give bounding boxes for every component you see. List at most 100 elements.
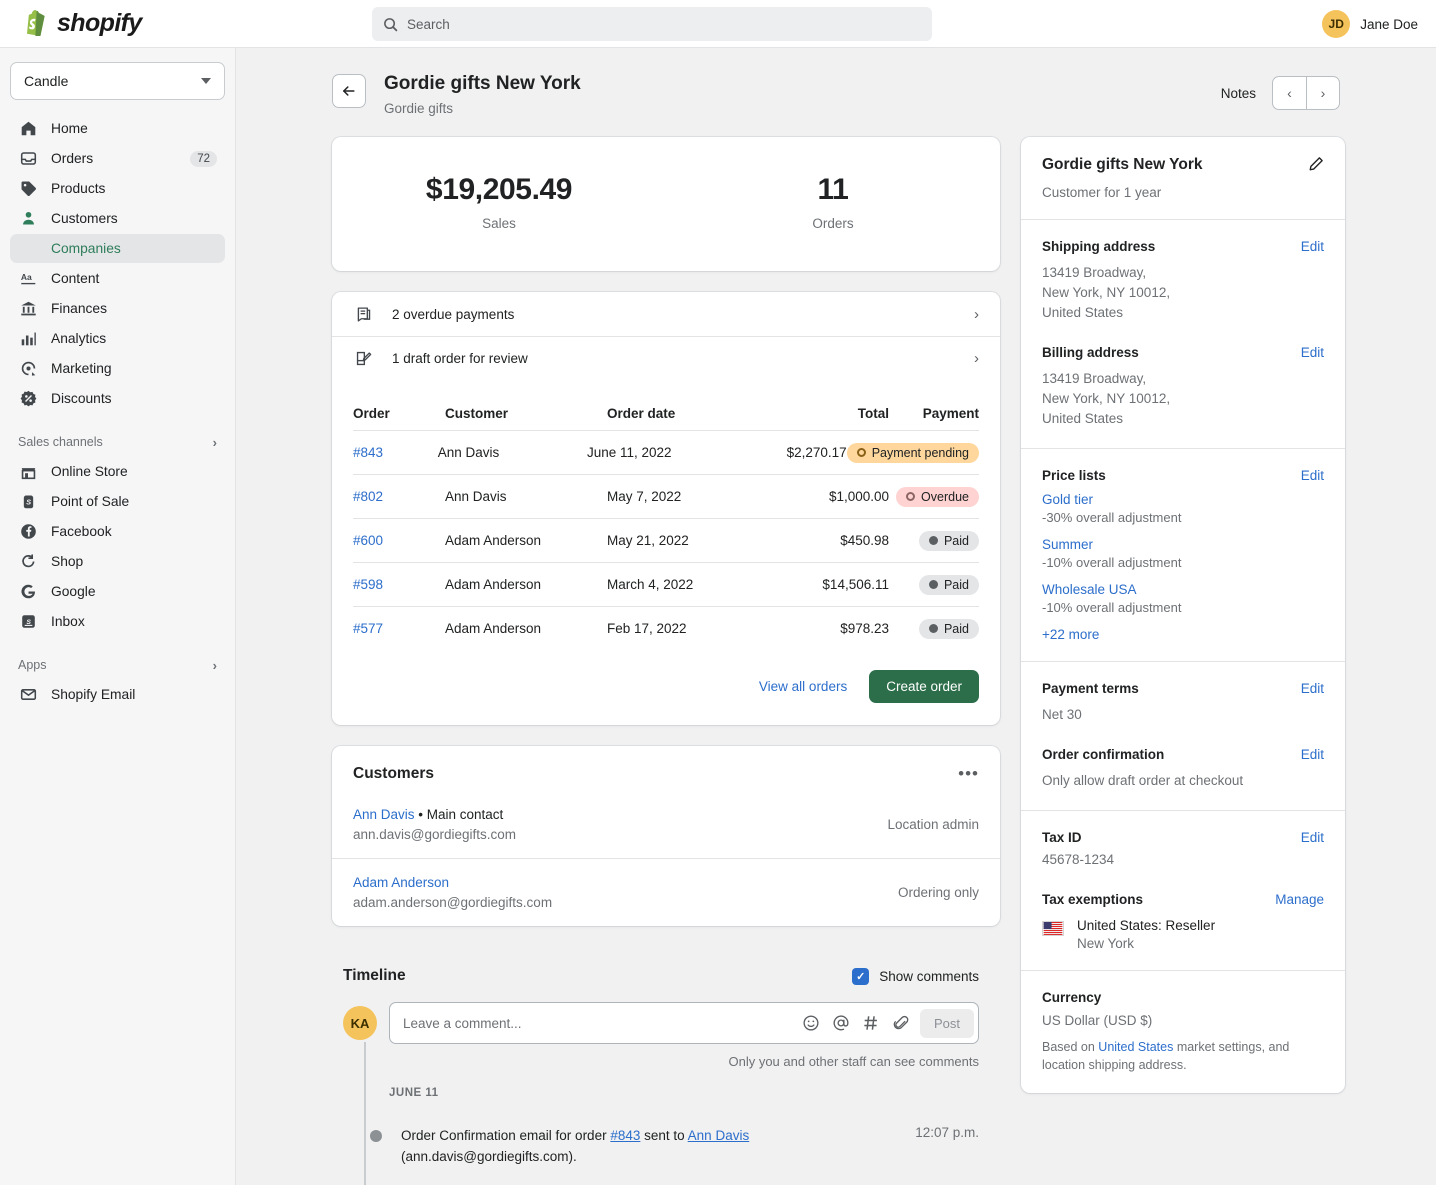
next-button[interactable]: › [1306,76,1340,110]
comment-input[interactable]: Leave a comment... [389,1002,979,1044]
customer-link[interactable]: Adam Anderson [353,875,449,890]
sidebar-item-label: Products [51,181,217,196]
order-link[interactable]: #843 [610,1128,640,1143]
order-link[interactable]: #843 [353,445,383,460]
mention-icon[interactable] [826,1008,856,1038]
chevron-down-icon [201,78,211,84]
manage-tax-exemptions-link[interactable]: Manage [1275,892,1324,907]
draft-order-icon [353,350,373,367]
timeline-event-text: Order Confirmation email for order #843 … [401,1125,915,1167]
market-settings-link[interactable]: United States [1098,1040,1173,1054]
order-link[interactable]: #600 [353,533,383,548]
edit-order-confirmation-link[interactable]: Edit [1301,747,1324,762]
analytics-icon [18,329,38,349]
sidebar-subitem-label: Companies [51,241,121,256]
sidebar-item-point-of-sale[interactable]: S Point of Sale [10,487,225,516]
cell-customer: Ann Davis [445,489,607,504]
table-row[interactable]: #598 Adam Anderson March 4, 2022 $14,506… [353,562,979,606]
shopify-logo[interactable]: shopify [0,9,340,38]
sidebar-item-label: Google [51,584,217,599]
stat-value: 11 [666,173,1000,207]
post-comment-button[interactable]: Post [920,1009,974,1038]
svg-text:S: S [26,619,31,626]
table-row[interactable]: #577 Adam Anderson Feb 17, 2022 $978.23 … [353,606,979,650]
sidebar-item-label: Discounts [51,391,217,406]
table-row[interactable]: #843 Ann Davis June 11, 2022 $2,270.17 P… [353,430,979,474]
apps-section[interactable]: Apps › [10,650,225,680]
customers-card: Customers ••• Ann Davis • Main contact a… [332,746,1000,926]
orders-footer-actions: View all orders Create order [353,650,979,725]
store-selector[interactable]: Candle [10,62,225,100]
order-link[interactable]: #598 [353,577,383,592]
sidebar: Candle Home Orders 72 Products [0,48,236,1185]
sidebar-item-label: Facebook [51,524,217,539]
status-badge: Payment pending [847,443,979,463]
price-list-link[interactable]: Summer [1042,537,1324,552]
emoji-icon[interactable] [796,1008,826,1038]
price-lists-more-link[interactable]: +22 more [1042,627,1324,642]
more-options-icon[interactable]: ••• [958,769,979,779]
sidebar-item-marketing[interactable]: Marketing [10,354,225,383]
create-order-button[interactable]: Create order [869,670,979,703]
show-comments-toggle[interactable]: ✓ Show comments [852,968,979,985]
search-input[interactable]: Search [372,7,932,41]
sidebar-item-google[interactable]: Google [10,577,225,606]
back-button[interactable] [332,74,366,108]
edit-tax-id-link[interactable]: Edit [1301,830,1324,845]
alert-overdue-payments[interactable]: 2 overdue payments › [332,292,1000,336]
shipping-address-section: Shipping address Edit 13419 Broadway, Ne… [1042,239,1324,323]
edit-payment-terms-link[interactable]: Edit [1301,681,1324,696]
notes-button[interactable]: Notes [1221,86,1256,101]
hashtag-icon[interactable] [856,1008,886,1038]
currency-title: Currency [1042,990,1101,1005]
view-all-orders-link[interactable]: View all orders [759,679,847,694]
sidebar-item-companies[interactable]: Companies [10,234,225,263]
sidebar-item-label: Home [51,121,217,136]
edit-price-lists-link[interactable]: Edit [1301,468,1324,483]
sidebar-item-online-store[interactable]: Online Store [10,457,225,486]
sidebar-item-finances[interactable]: Finances [10,294,225,323]
sidebar-item-discounts[interactable]: Discounts [10,384,225,413]
tax-exemption-region: New York [1077,936,1215,951]
column-header-customer: Customer [445,406,607,421]
customers-icon [18,209,38,229]
table-row[interactable]: #802 Ann Davis May 7, 2022 $1,000.00 Ove… [353,474,979,518]
arrow-left-icon [341,83,357,99]
sidebar-item-customers[interactable]: Customers [10,204,225,233]
sidebar-item-content[interactable]: Aa Content [10,264,225,293]
edit-pencil-icon[interactable] [1307,156,1324,178]
products-icon [18,179,38,199]
customer-link[interactable]: Ann Davis [353,807,415,822]
sidebar-item-label: Analytics [51,331,217,346]
user-menu[interactable]: JD Jane Doe [1322,0,1418,48]
google-icon [18,582,38,602]
edit-shipping-address-link[interactable]: Edit [1301,239,1324,254]
price-list-link[interactable]: Wholesale USA [1042,582,1324,597]
edit-billing-address-link[interactable]: Edit [1301,345,1324,360]
cell-customer: Adam Anderson [445,533,607,548]
sidebar-item-label: Marketing [51,361,217,376]
sidebar-item-label: Shop [51,554,217,569]
customer-link[interactable]: Ann Davis [688,1128,750,1143]
cell-total: $1,000.00 [779,489,889,504]
price-list-link[interactable]: Gold tier [1042,492,1324,507]
sidebar-item-analytics[interactable]: Analytics [10,324,225,353]
customer-role: Ordering only [898,885,979,900]
sidebar-item-inbox[interactable]: S Inbox [10,607,225,636]
sidebar-item-products[interactable]: Products [10,174,225,203]
sidebar-item-shop[interactable]: Shop [10,547,225,576]
prev-button[interactable]: ‹ [1272,76,1306,110]
table-row[interactable]: #600 Adam Anderson May 21, 2022 $450.98 … [353,518,979,562]
column-header-order: Order [353,406,445,421]
order-link[interactable]: #577 [353,621,383,636]
sidebar-item-orders[interactable]: Orders 72 [10,144,225,173]
cell-total: $14,506.11 [779,577,889,592]
avatar: JD [1322,10,1350,38]
sidebar-item-home[interactable]: Home [10,114,225,143]
alert-draft-order[interactable]: 1 draft order for review › [332,336,1000,380]
order-link[interactable]: #802 [353,489,383,504]
attachment-icon[interactable] [886,1008,916,1038]
sidebar-item-facebook[interactable]: Facebook [10,517,225,546]
sales-channels-section[interactable]: Sales channels › [10,427,225,457]
sidebar-item-shopify-email[interactable]: Shopify Email [10,680,225,709]
